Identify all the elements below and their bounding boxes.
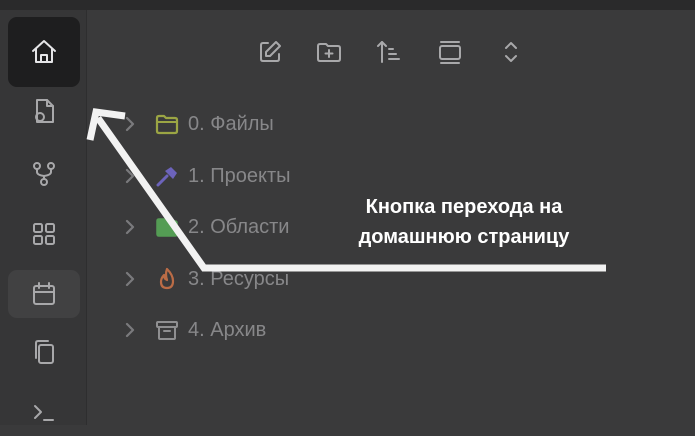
chevron-right-icon[interactable] <box>120 114 140 134</box>
new-note-button[interactable] <box>8 87 80 135</box>
tree-item-label: 4. Архив <box>188 318 267 341</box>
tree-item-label: 1. Проекты <box>188 164 291 187</box>
blocks-icon <box>33 223 55 245</box>
daily-note-button[interactable] <box>8 270 80 318</box>
annotation-line-1: Кнопка перехода на <box>365 196 563 218</box>
tree-item-files[interactable]: 0. Файлы <box>120 107 274 141</box>
annotation-line-2: домашнюю страницу <box>358 226 570 248</box>
flame-icon <box>159 267 175 290</box>
terminal-icon <box>34 405 54 421</box>
new-file-icon <box>35 99 54 123</box>
expand-toolbar-button[interactable] <box>495 36 527 68</box>
folder-check-icon <box>156 218 178 237</box>
templates-button[interactable] <box>8 328 80 376</box>
annotation-callout: Кнопка перехода на домашнюю страницу <box>318 192 610 252</box>
canvas-button[interactable] <box>8 210 80 258</box>
copy-icon <box>35 340 54 364</box>
tree-item-projects[interactable]: 1. Проекты <box>120 159 291 193</box>
chevron-right-icon[interactable] <box>120 320 140 340</box>
collapse-all-icon <box>439 41 461 64</box>
edit-note-icon <box>260 41 281 62</box>
collapse-all-toolbar-button[interactable] <box>434 36 466 68</box>
expand-icon <box>505 42 517 62</box>
tree-item-resources[interactable]: 3. Ресурсы <box>120 262 289 296</box>
graph-icon <box>33 162 55 186</box>
tree-item-label: 2. Области <box>188 215 290 238</box>
tree-item-areas[interactable]: 2. Области <box>120 210 289 244</box>
command-palette-button[interactable] <box>8 388 80 436</box>
tree-item-label: 0. Файлы <box>188 112 274 135</box>
chevron-right-icon[interactable] <box>120 166 140 186</box>
sort-toolbar-button[interactable] <box>372 36 404 68</box>
new-folder-icon <box>317 43 341 62</box>
hammer-icon <box>156 167 177 187</box>
tree-item-archive[interactable]: 4. Архив <box>120 313 266 347</box>
home-button[interactable] <box>8 17 80 87</box>
graph-view-button[interactable] <box>8 150 80 198</box>
left-ribbon <box>0 10 87 425</box>
sort-icon <box>377 41 400 63</box>
new-folder-toolbar-button[interactable] <box>313 36 345 68</box>
new-note-toolbar-button[interactable] <box>254 36 286 68</box>
archive-icon <box>156 321 178 340</box>
folder-icon <box>155 114 179 135</box>
chevron-right-icon[interactable] <box>120 269 140 289</box>
window-top-bar <box>0 0 695 10</box>
calendar-icon <box>33 282 55 305</box>
tree-item-label: 3. Ресурсы <box>188 267 290 290</box>
chevron-right-icon[interactable] <box>120 217 140 237</box>
home-icon <box>32 40 56 63</box>
